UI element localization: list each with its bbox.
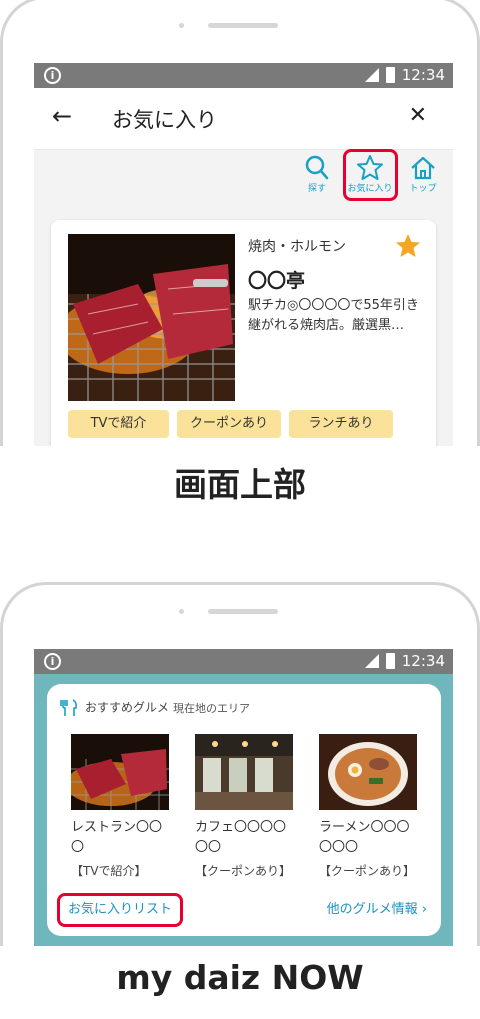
favorite-card[interactable]: 焼肉・ホルモン 〇〇亭 駅チカ◎〇〇〇〇で55年引き継がれる焼肉店。厳選黒… T… [51, 220, 436, 446]
top-button[interactable]: トップ [400, 153, 446, 195]
chevron-right-icon: › [421, 902, 427, 917]
info-icon: i [44, 653, 61, 670]
more-gourmet-link[interactable]: 他のグルメ情報 › [327, 898, 427, 917]
card-category: 焼肉・ホルモン [248, 239, 346, 255]
back-button[interactable]: ← [52, 102, 72, 130]
item-tag: 【クーポンあり】 [319, 864, 416, 878]
item-name: ラーメン〇〇〇〇〇〇 [319, 820, 410, 855]
favorites-highlight-box [343, 149, 398, 201]
gourmet-widget: おすすめグルメ 現在地のエリア レストラン〇〇〇 【TVで紹介】 カフェ〇〇〇〇… [47, 684, 441, 936]
caption-top-section: 画面上部 [174, 465, 306, 504]
search-button[interactable]: 探す [294, 153, 340, 195]
camera-dot [179, 609, 184, 614]
item-tag: 【クーポンあり】 [195, 864, 292, 878]
favorite-star-icon[interactable] [394, 232, 422, 260]
search-label: 探す [307, 184, 326, 194]
close-button[interactable]: ✕ [409, 103, 427, 128]
search-icon [305, 155, 329, 180]
yakiniku-photo [68, 234, 235, 401]
home-icon [411, 156, 435, 180]
status-time: 12:34 [401, 652, 445, 670]
signal-icon [365, 68, 379, 82]
card-shop-name: 〇〇亭 [248, 270, 306, 292]
battery-icon [386, 653, 395, 669]
fork-knife-icon [60, 699, 77, 716]
phone-frame-bottom: i 12:34 おすすめグルメ現在地のエリア レストラン〇〇〇 【TVで紹介】 [0, 582, 480, 946]
favorites-list: 焼肉・ホルモン 〇〇亭 駅チカ◎〇〇〇〇で55年引き継がれる焼肉店。厳選黒… T… [34, 204, 453, 446]
phone-frame-top: i 12:34 ← お気に入り ✕ 探す お気に入り トップ 焼肉・ホルモン 〇… [0, 0, 480, 446]
widget-header: おすすめグルメ 現在地のエリア [59, 698, 250, 718]
caption-bottom-section: my daiz NOW [116, 958, 364, 997]
cafe-photo [195, 734, 293, 810]
favorites-screen: i 12:34 ← お気に入り ✕ 探す お気に入り トップ 焼肉・ホルモン 〇… [34, 63, 453, 446]
camera-dot [179, 23, 184, 28]
favorites-list-link[interactable]: お気に入りリスト [57, 893, 183, 927]
recommend-item[interactable]: ラーメン〇〇〇〇〇〇 【クーポンあり】 [319, 734, 419, 878]
top-label: トップ [409, 184, 437, 194]
recommend-item[interactable]: カフェ〇〇〇〇〇〇 【クーポンあり】 [195, 734, 295, 878]
widget-title: おすすめグルメ [85, 700, 170, 715]
speaker [208, 609, 278, 614]
item-name: カフェ〇〇〇〇〇〇 [195, 820, 287, 855]
status-bar: i 12:34 [34, 63, 453, 88]
item-name: レストラン〇〇〇 [71, 820, 163, 855]
app-bar: ← お気に入り ✕ [34, 88, 453, 150]
tag-lunch: ランチあり [289, 410, 393, 438]
card-description: 駅チカ◎〇〇〇〇で55年引き継がれる焼肉店。厳選黒… [248, 298, 419, 333]
status-bar: i 12:34 [34, 649, 453, 674]
more-gourmet-label: 他のグルメ情報 [326, 902, 418, 917]
restaurant-photo [71, 734, 169, 810]
status-time: 12:34 [401, 66, 445, 84]
battery-icon [386, 67, 395, 83]
recommend-item[interactable]: レストラン〇〇〇 【TVで紹介】 [71, 734, 171, 878]
tag-tv: TVで紹介 [68, 410, 169, 438]
info-icon: i [44, 67, 61, 84]
widget-subtitle: 現在地のエリア [173, 701, 251, 715]
toolbar: 探す お気に入り トップ [34, 149, 453, 204]
page-title: お気に入り [112, 108, 217, 132]
my-daiz-now-screen: i 12:34 おすすめグルメ現在地のエリア レストラン〇〇〇 【TVで紹介】 [34, 649, 453, 946]
signal-icon [365, 654, 379, 668]
item-tag: 【TVで紹介】 [71, 864, 147, 878]
speaker [208, 23, 278, 28]
tag-coupon: クーポンあり [177, 410, 281, 438]
ramen-photo [319, 734, 417, 810]
